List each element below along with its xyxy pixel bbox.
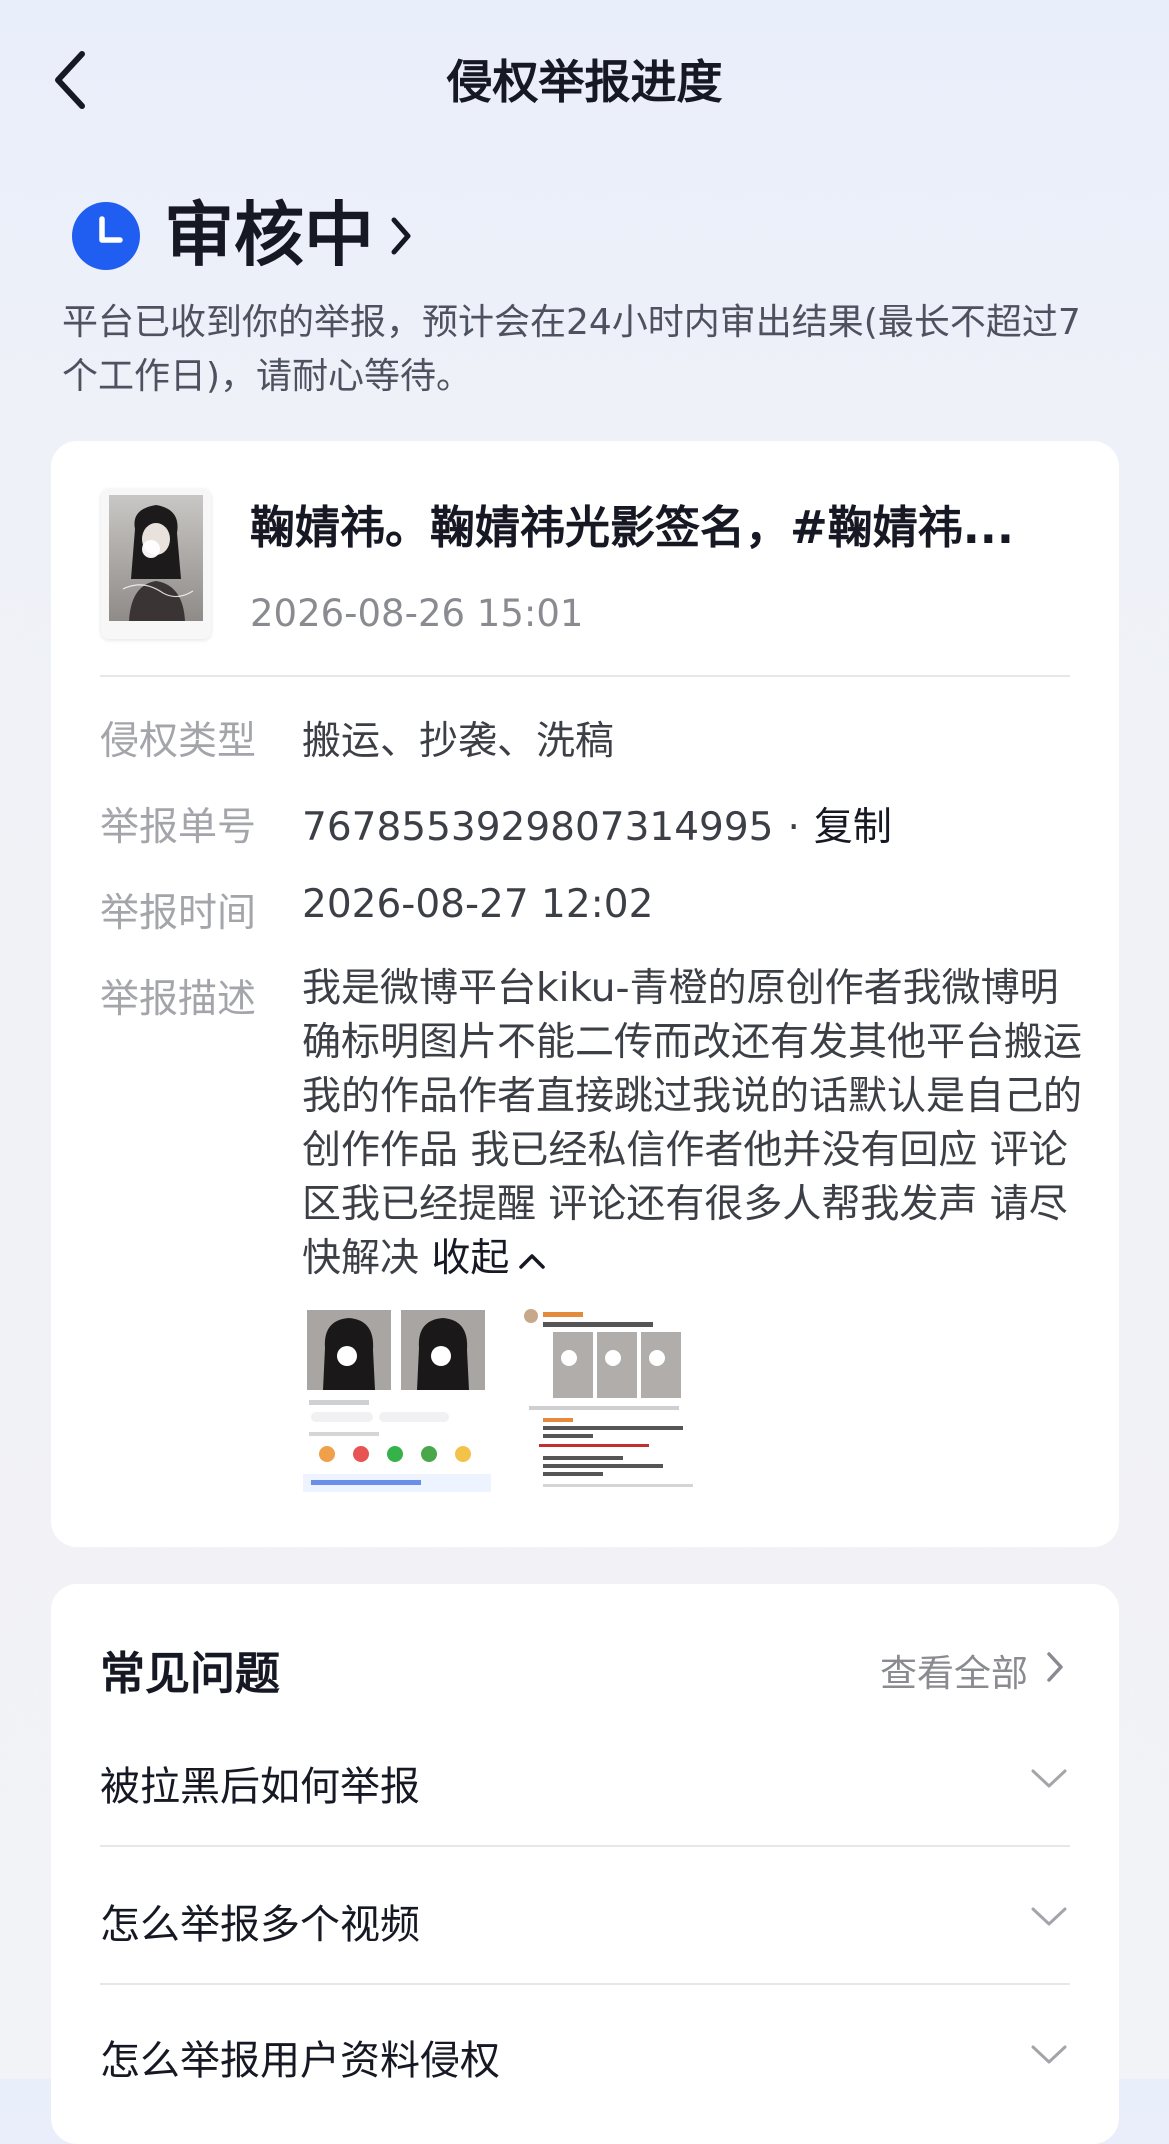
type-value: 搬运、抄袭、洗稿	[302, 719, 615, 764]
divider	[100, 1845, 1070, 1847]
collapse-label: 收起	[431, 1236, 510, 1281]
view-all-link[interactable]: 查看全部	[880, 1643, 1028, 1697]
chevron-right-icon[interactable]	[388, 214, 414, 258]
faq-item-2[interactable]: 怎么举报用户资料侵权	[100, 2028, 500, 2086]
evidence-image-1[interactable]	[303, 1308, 491, 1498]
chevron-up-icon	[519, 1253, 546, 1269]
report-time-label: 举报时间	[100, 891, 257, 936]
status-description: 平台已收到你的举报，预计会在24小时内审出结果(最长不超过7个工作日)，请耐心等…	[62, 302, 1081, 397]
report-desc-value: 我是微博平台kiku-青橙的原创作者我微博明确标明图片不能二传而改还有发其他平台…	[302, 966, 1083, 1281]
faq-item-0[interactable]: 被拉黑后如何举报	[100, 1754, 420, 1812]
report-id-label: 举报单号	[100, 805, 257, 850]
collapse-button[interactable]: 收起	[431, 1236, 547, 1281]
faq-title: 常见问题	[100, 1647, 281, 1700]
faq-item-1[interactable]: 怎么举报多个视频	[100, 1892, 420, 1950]
video-thumbnail[interactable]	[101, 489, 211, 639]
report-desc-label: 举报描述	[100, 977, 257, 1022]
copy-button[interactable]: 复制	[814, 805, 892, 850]
report-time-value: 2026-08-27 12:02	[302, 882, 654, 927]
report-id-row: 7678553929807314995 · 复制	[302, 805, 892, 850]
divider	[100, 675, 1070, 677]
report-description: 我是微博平台kiku-青橙的原创作者我微博明确标明图片不能二传而改还有发其他平台…	[302, 962, 1082, 1286]
status-title[interactable]: 审核中	[164, 190, 374, 280]
evidence-image-2[interactable]	[519, 1308, 699, 1498]
chevron-down-icon[interactable]	[1030, 1768, 1068, 1790]
video-title[interactable]: 鞠婧祎。鞠婧祎光影签名，#鞠婧祎...	[250, 491, 1050, 556]
video-date: 2026-08-26 15:01	[250, 592, 584, 635]
report-id-value: 7678553929807314995	[302, 805, 774, 850]
chevron-right-icon[interactable]	[1046, 1651, 1064, 1683]
page-title: 侵权举报进度	[446, 55, 723, 109]
chevron-down-icon[interactable]	[1030, 1906, 1068, 1928]
chevron-down-icon[interactable]	[1030, 2044, 1068, 2066]
type-label: 侵权类型	[100, 719, 257, 764]
divider	[100, 1983, 1070, 1985]
clock-icon	[72, 202, 140, 270]
